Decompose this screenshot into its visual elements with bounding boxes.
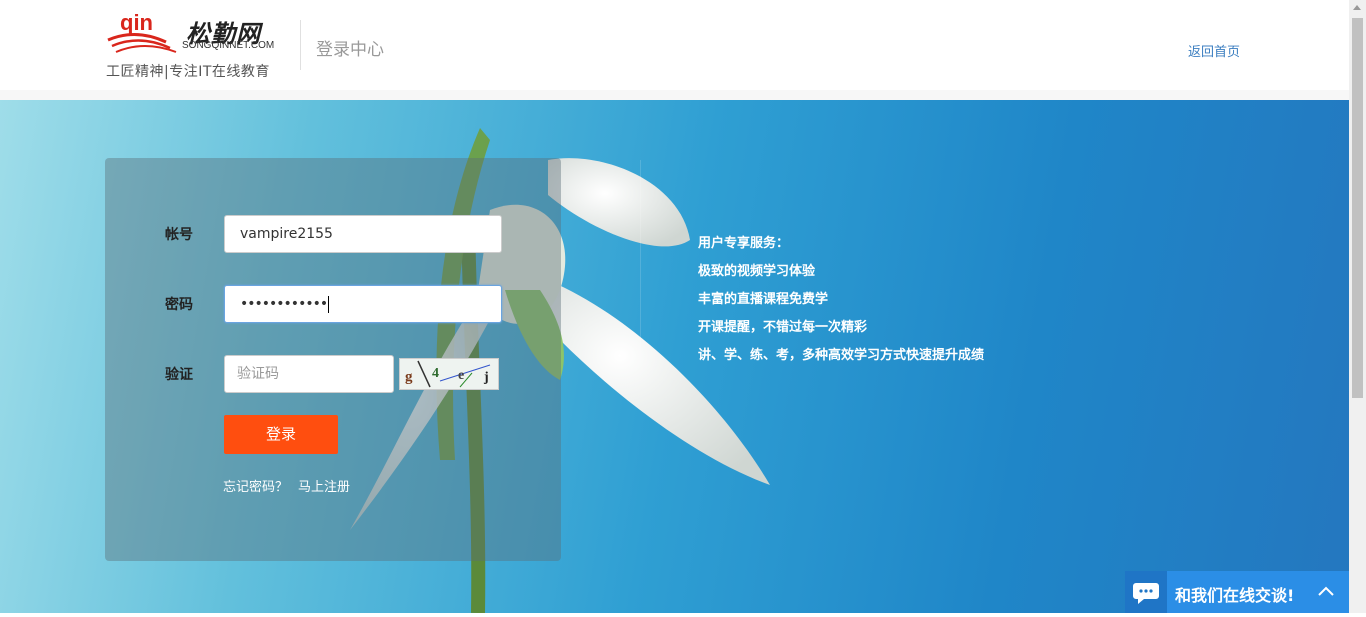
svg-text:qin: qin: [120, 10, 153, 35]
scrollbar-thumb[interactable]: [1352, 18, 1363, 398]
header-divider: [300, 20, 301, 70]
feature-item: 讲、学、练、考，多种高效学习方式快速提升成绩: [698, 348, 985, 363]
password-value: ••••••••••••: [240, 296, 328, 312]
text-caret: [328, 295, 330, 313]
captcha-input[interactable]: 验证码: [224, 355, 394, 393]
site-logo[interactable]: qin 松勤网 SONGQINNET.COM 工匠精神|专注IT在线教育: [106, 10, 286, 82]
register-link[interactable]: 马上注册: [298, 480, 350, 495]
chat-bubble-icon: [1125, 571, 1167, 613]
feature-item: 开课提醒，不错过每一次精彩: [698, 320, 868, 335]
banner-divider: [640, 160, 641, 360]
login-banner: 帐号 vampire2155 密码 •••••••••••• 验证 验证码 g …: [0, 100, 1349, 613]
account-label: 帐号: [165, 227, 193, 243]
online-chat-button[interactable]: 和我们在线交谈!: [1125, 571, 1349, 613]
captcha-label: 验证: [165, 367, 193, 383]
features-list: 用户专享服务： 极致的视频学习体验 丰富的直播课程免费学 开课提醒，不错过每一次…: [698, 230, 984, 370]
logo-qin-icon: qin: [107, 10, 177, 53]
chevron-up-icon[interactable]: [1317, 583, 1335, 601]
feature-item: 极致的视频学习体验: [698, 264, 816, 279]
chat-label: 和我们在线交谈!: [1175, 586, 1295, 605]
header-strip: [0, 90, 1349, 100]
login-button[interactable]: 登录: [224, 415, 338, 454]
account-input[interactable]: vampire2155: [224, 215, 502, 253]
captcha-image[interactable]: g 4 e j: [399, 358, 499, 390]
captcha-char: g: [405, 369, 413, 385]
captcha-char: e: [458, 368, 464, 383]
password-label: 密码: [165, 297, 193, 313]
account-links: 忘记密码？ 马上注册: [223, 476, 350, 495]
login-panel: 帐号 vampire2155 密码 •••••••••••• 验证 验证码 g …: [105, 158, 561, 561]
page-title: 登录中心: [316, 40, 384, 60]
features-title: 用户专享服务：: [698, 236, 790, 251]
logo-domain: SONGQINNET.COM: [182, 40, 275, 51]
logo-slogan: 工匠精神|专注IT在线教育: [106, 64, 270, 80]
feature-item: 丰富的直播课程免费学: [698, 292, 829, 307]
home-link[interactable]: 返回首页: [1188, 41, 1240, 60]
site-header: qin 松勤网 SONGQINNET.COM 工匠精神|专注IT在线教育 登录中…: [0, 0, 1349, 90]
forgot-password-link[interactable]: 忘记密码？: [223, 480, 288, 495]
captcha-char: 4: [432, 366, 439, 381]
captcha-char: j: [483, 370, 489, 385]
vertical-scrollbar[interactable]: [1349, 0, 1366, 613]
scroll-up-arrow-icon[interactable]: [1353, 5, 1361, 10]
password-input[interactable]: ••••••••••••: [224, 285, 502, 323]
